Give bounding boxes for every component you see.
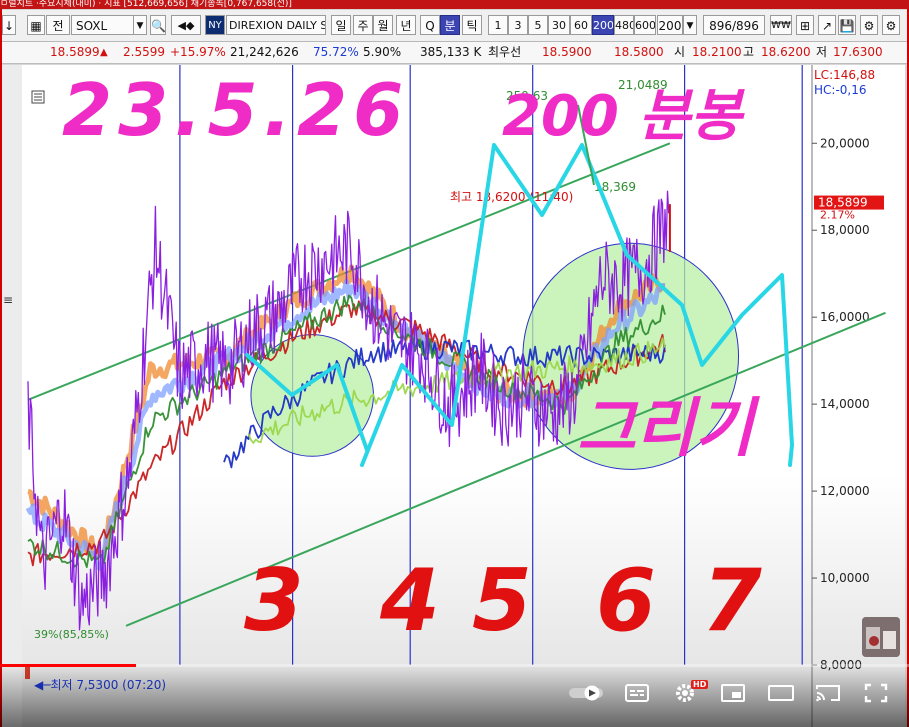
interval-button-7[interactable]: 600 [634,15,656,35]
pink-handwritten-draw: 그리기 [577,392,761,466]
settings-icon[interactable]: ⚙ [882,15,900,35]
trend-icon[interactable]: ↗ [818,15,836,35]
window-title: ㅁ럴치트 ·주요지체(대미) · 지표 [512,669,656] 채기종녹[0… [0,0,292,9]
menu-icon[interactable]: ≡ [3,293,13,307]
last-price: 18.5899 [50,45,100,59]
grid-icon[interactable]: ▦ [27,15,45,35]
speaker-icon[interactable]: ◀◆ [171,15,201,35]
bar-counter[interactable]: 896/896 [703,15,765,35]
interval-button-6[interactable]: 480 [614,15,634,35]
channel-avatar[interactable] [862,617,900,657]
search-icon[interactable]: 🔍 [150,15,166,35]
period-button-1[interactable]: 주 [353,15,373,35]
y-tick-label-6: 20,0000 [820,136,870,150]
period-button-4[interactable]: Q [420,15,440,35]
subtitles-icon[interactable] [623,680,651,706]
open-price: 18.2100 [692,45,742,59]
count-input[interactable]: 200 [657,15,683,35]
open-label: 시 [674,45,686,59]
save-icon[interactable]: 💾 [838,15,856,35]
price-change: 2.5599 [123,45,165,59]
y-tick-label-5: 18,0000 [820,223,870,237]
lc-label: LC:146,88 [814,68,875,82]
expand-icon[interactable]: ⊞ [796,15,814,35]
volume: 21,242,626 [230,45,299,59]
interval-button-1[interactable]: 3 [508,15,528,35]
cast-icon[interactable] [813,680,843,706]
high-price: 18.6200 [761,45,811,59]
autoplay-toggle-icon[interactable] [567,680,605,706]
price-chart[interactable]: 8,000010,000012,000014,000016,000018,000… [22,65,905,727]
period-button-5[interactable]: 분 [440,15,460,35]
pink-handwritten-interval: 200 분봉 [502,84,745,149]
current-pct-label: 2.17% [820,209,855,222]
bid-label: 최우선 [488,45,522,59]
theater-mode-icon[interactable] [766,680,796,706]
period-button-0[interactable]: 일 [331,15,351,35]
red-handwritten-number-4: 7 [702,551,762,651]
y-tick-label-2: 12,0000 [820,484,870,498]
left-side-panel: ≡ [0,65,23,727]
interval-button-4[interactable]: 60 [570,15,592,35]
red-handwritten-number-3: 6 [596,551,656,651]
period-button-3[interactable]: 년 [396,15,416,35]
pink-handwritten-date: 23.5.26 [62,68,409,152]
instrument-name: DIREXION DAILY S [226,15,326,35]
mode-button[interactable]: 전 [46,15,70,35]
miniplayer-icon[interactable] [719,680,747,706]
video-progress-fill [0,664,137,667]
hc-label: HC:-0,16 [814,83,867,97]
interval-button-0[interactable]: 1 [488,15,508,35]
down-arrow-button[interactable]: ↓ [2,15,16,35]
video-progress-bar[interactable] [0,664,909,667]
low-pct-label: 39%(85,85%) [34,628,109,641]
ticker-input[interactable]: SOXL [71,15,135,35]
bar-counter-value: 896 [709,19,732,33]
period-button-2[interactable]: 월 [373,15,393,35]
bid-price: 18.5900 [542,45,592,59]
period-button-6[interactable]: 틱 [462,15,482,35]
low-price: 17.6300 [833,45,883,59]
window-border-left [0,9,2,727]
interval-button-5[interactable]: 200 [592,15,614,35]
ratio-2: 5.90% [363,45,402,59]
low-label: 저 [816,45,828,59]
red-handwritten-number-1: 4 [379,551,440,651]
count-dropdown-icon[interactable]: ▼ [683,15,697,35]
app-window: ㅁ럴치트 ·주요지체(대미) · 지표 [512,669,656] 채기종녹[0… [0,0,909,727]
y-tick-label-1: 10,0000 [820,571,870,585]
fullscreen-icon[interactable] [862,680,890,706]
hd-badge: HD [691,680,709,689]
interval-button-2[interactable]: 5 [528,15,548,35]
quote-bar: 18.5899 ▲ 2.5599 +15.97% 21,242,626 75.7… [0,42,909,64]
up-arrow-icon: ▲ [100,47,108,58]
red-handwritten-number-2: 5 [472,551,532,651]
indicator-icon[interactable]: ₩₩ [770,15,792,35]
market-badge: NY [205,15,225,35]
ticker-dropdown-icon[interactable]: ▼ [133,15,147,35]
red-handwritten-number-0: 3 [244,551,304,651]
current-price-label: 18,5899 [818,196,868,210]
ratio-1: 75.72% [313,45,359,59]
y-tick-label-3: 14,0000 [820,397,870,411]
price-change-pct: +15.97% [170,45,226,59]
bar-counter-total: /896 [731,19,759,33]
interval-button-3[interactable]: 30 [548,15,570,35]
window-title-bar: ㅁ럴치트 ·주요지체(대미) · 지표 [512,669,656] 채기종녹[0… [0,0,909,9]
amount: 385,133 K [420,45,482,59]
gear-icon[interactable]: ⚙ [860,15,878,35]
high-label: 고 [743,45,755,59]
ask-price: 18.5800 [614,45,664,59]
chart-toolbar: ↓ ▦ 전 SOXL ▼ 🔍 ◀◆ NY DIREXION DAILY S 일주… [0,10,909,42]
